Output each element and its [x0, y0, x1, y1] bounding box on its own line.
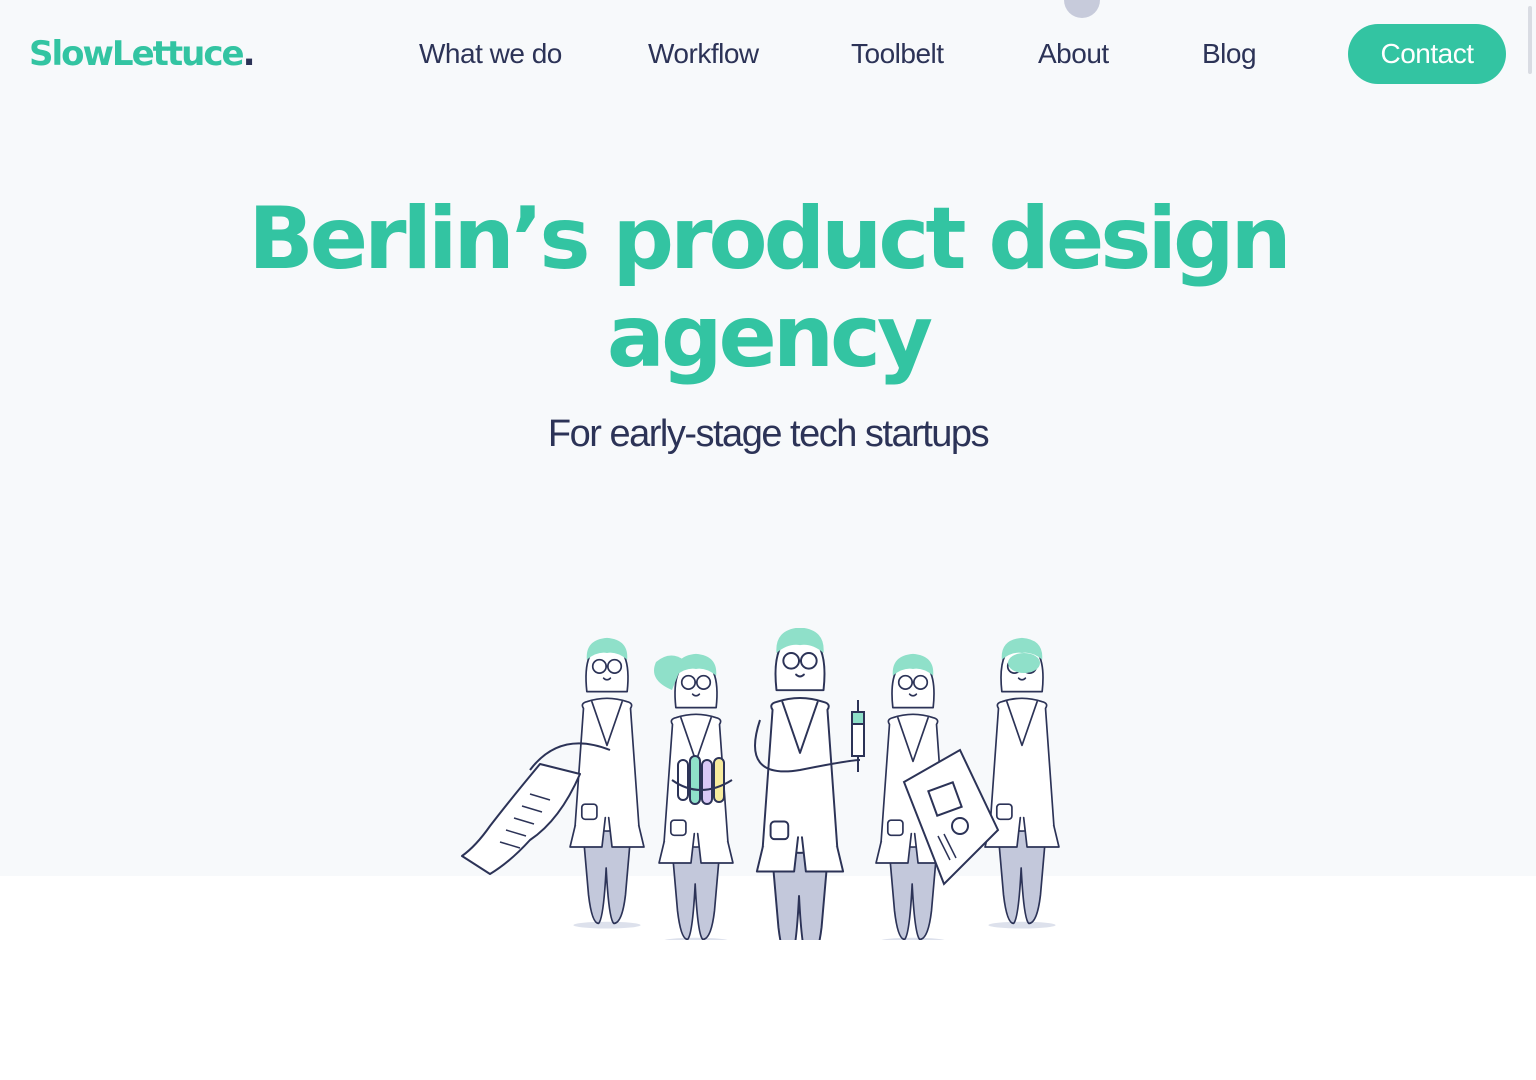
logo-dot: . — [242, 34, 256, 74]
scientist-figure — [984, 637, 1060, 930]
team-illustration — [461, 628, 1060, 940]
nav-link-blog[interactable]: Blog — [1202, 34, 1257, 74]
logo[interactable]: SlowLettuce. — [29, 30, 256, 78]
scientist-figure — [569, 637, 645, 930]
logo-text: SlowLettuce — [29, 34, 245, 74]
test-tubes — [671, 755, 733, 805]
contact-button[interactable]: Contact — [1348, 24, 1506, 84]
hair-bun-shape — [1008, 653, 1040, 673]
nav-link-what-we-do[interactable]: What we do — [419, 34, 562, 74]
nav-link-toolbelt[interactable]: Toolbelt — [851, 34, 944, 74]
nav-link-workflow[interactable]: Workflow — [648, 34, 759, 74]
top-navigation: SlowLettuce. What we do Workflow Toolbel… — [0, 0, 1536, 110]
hero-subheadline: For early-stage tech startups — [547, 413, 990, 455]
hero-headline: Berlin’s product design agency — [248, 189, 1291, 387]
scientist-figure — [755, 628, 845, 940]
nav-link-about[interactable]: About — [1038, 34, 1109, 74]
